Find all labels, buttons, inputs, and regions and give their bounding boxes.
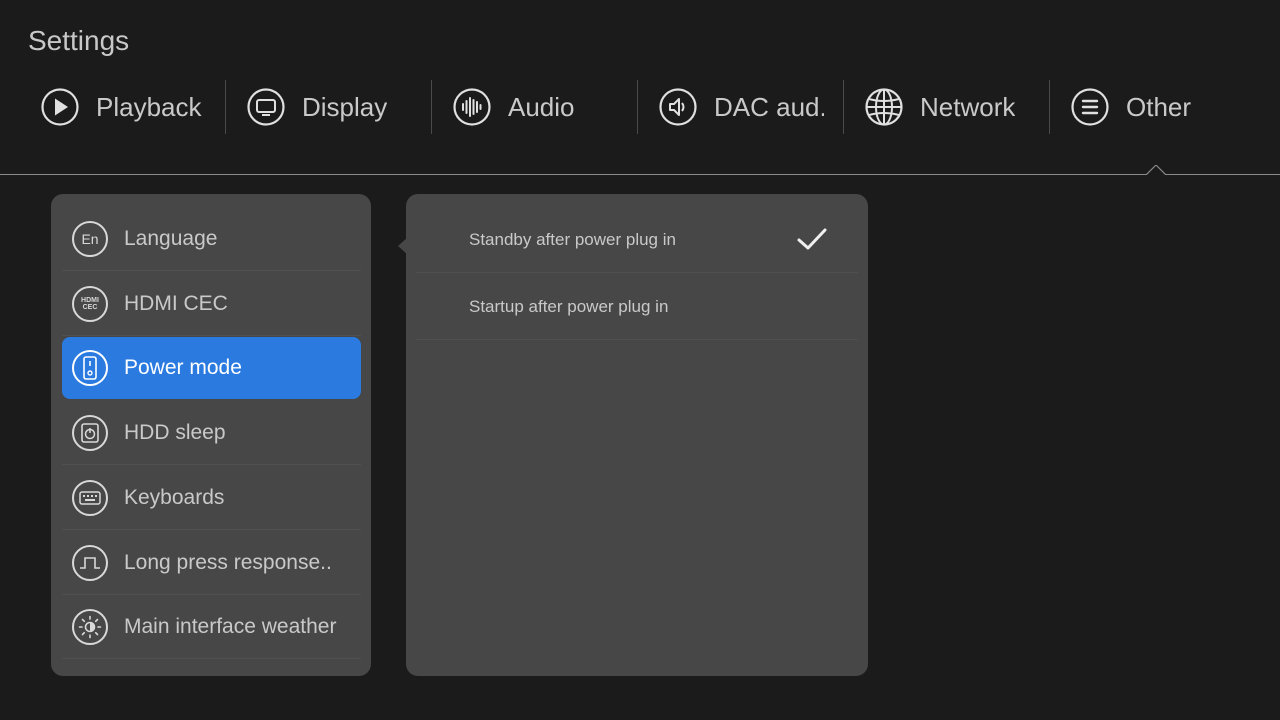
menu-item-keyboards[interactable]: Keyboards — [62, 466, 361, 530]
menu-icon — [1070, 87, 1110, 127]
tab-audio[interactable]: Audio — [412, 70, 618, 144]
settings-screen: Settings Playback Display Audio DAC aud.… — [0, 0, 1280, 720]
menu-item-main-interface-weather[interactable]: Main interface weather — [62, 595, 361, 659]
menu-item-label: Language — [124, 226, 218, 250]
settings-menu: En Language HDMI CEC HDMI CEC Power mode — [51, 194, 371, 676]
menu-item-hdmi-cec[interactable]: HDMI CEC HDMI CEC — [62, 272, 361, 336]
power-mode-icon — [72, 350, 108, 386]
monitor-icon — [246, 87, 286, 127]
globe-icon — [864, 87, 904, 127]
power-mode-options: Standby after power plug in Startup afte… — [406, 194, 868, 676]
option-label: Startup after power plug in — [469, 296, 669, 316]
weather-sun-icon — [72, 608, 108, 645]
tab-label: DAC aud.. — [714, 91, 824, 122]
tab-label: Other — [1126, 91, 1192, 122]
checkmark-icon — [797, 228, 827, 250]
tab-underline — [0, 174, 1280, 175]
speaker-icon — [658, 87, 698, 127]
menu-item-long-press-response[interactable]: Long press response.. — [62, 531, 361, 595]
menu-item-power-mode[interactable]: Power mode — [62, 337, 361, 399]
hdmi-cec-icon: HDMI CEC — [72, 285, 108, 322]
menu-item-label: Power mode — [124, 356, 242, 379]
active-tab-caret-icon — [1146, 165, 1166, 175]
page-title: Settings — [28, 25, 130, 56]
tab-label: Playback — [96, 91, 202, 122]
tab-label: Network — [920, 91, 1016, 122]
keyboard-icon — [72, 479, 108, 516]
menu-item-label: Long press response.. — [124, 550, 332, 574]
menu-item-label: Main interface weather — [124, 614, 337, 638]
menu-item-label: HDD sleep — [124, 420, 226, 444]
menu-item-label: Keyboards — [124, 485, 225, 509]
tab-bar: Playback Display Audio DAC aud.. Network… — [0, 70, 1280, 144]
menu-item-label: HDMI CEC — [124, 291, 228, 315]
language-icon: En — [72, 220, 108, 257]
tab-playback[interactable]: Playback — [0, 70, 206, 144]
tab-dac-audio[interactable]: DAC aud.. — [618, 70, 824, 144]
pulse-icon — [72, 544, 108, 581]
tab-label: Audio — [508, 91, 575, 122]
option-label: Standby after power plug in — [469, 229, 676, 249]
option-standby-after-power-plug-in[interactable]: Standby after power plug in — [416, 207, 858, 273]
option-startup-after-power-plug-in[interactable]: Startup after power plug in — [416, 274, 858, 340]
tab-other[interactable]: Other — [1030, 70, 1236, 144]
menu-item-hdd-sleep[interactable]: HDD sleep — [62, 401, 361, 465]
tab-display[interactable]: Display — [206, 70, 412, 144]
tab-label: Display — [302, 91, 388, 122]
hdd-sleep-icon — [72, 414, 108, 451]
waveform-icon — [452, 87, 492, 127]
menu-item-language[interactable]: En Language — [62, 207, 361, 271]
play-icon — [40, 87, 80, 127]
tab-network[interactable]: Network — [824, 70, 1030, 144]
hdmi-cec-icon-text: HDMI CEC — [81, 296, 99, 311]
language-icon-text: En — [81, 230, 99, 247]
